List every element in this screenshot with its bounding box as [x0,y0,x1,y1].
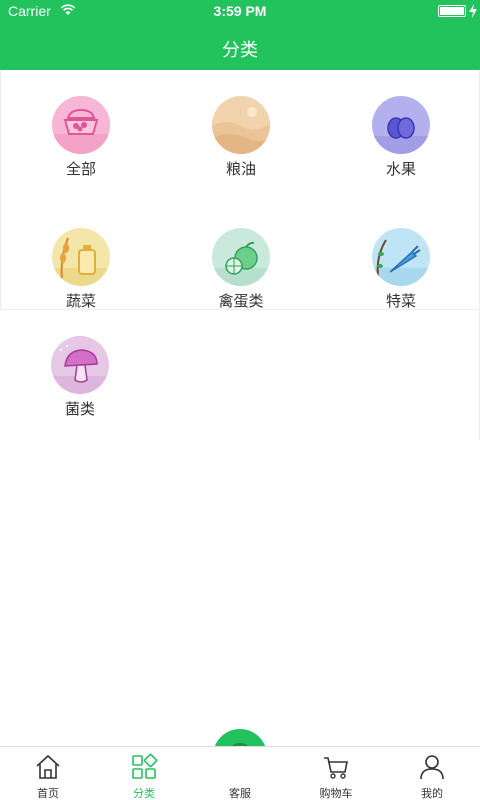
status-bar: Carrier 3:59 PM [0,0,480,22]
app-root: Carrier 3:59 PM 分类 全部 粮油 水果 蔬菜 禽蛋类 特菜 菌类… [0,0,480,800]
category-item-fruit[interactable]: 水果 [341,70,461,180]
battery-icon [438,5,466,17]
tab-service[interactable]: 客服 [192,747,288,800]
category-item-poultry-egg[interactable]: 禽蛋类 [181,202,301,312]
shopping-cart-icon [324,757,348,779]
category-grid-row-3: 菌类 [0,310,480,440]
tab-mine-label: 我的 [421,787,443,800]
category-label: 特菜 [385,292,416,310]
category-label: 全部 [65,160,96,178]
wheat-oil-bottle-icon [52,228,110,286]
category-grid: 全部 粮油 水果 蔬菜 禽蛋类 特菜 [0,70,480,310]
category-label: 蔬菜 [65,292,96,310]
category-item-vegetables[interactable]: 蔬菜 [21,202,141,312]
desert-dunes-icon [212,96,270,154]
carrot-icon [372,228,430,286]
citrus-fruit-icon [212,228,270,286]
page-title: 分类 [222,40,258,60]
plum-fruit-icon [372,96,430,154]
category-item-all[interactable]: 全部 [21,70,141,180]
tab-cart-label: 购物车 [319,787,353,800]
tab-cart[interactable]: 购物车 [288,747,384,800]
home-icon [36,754,60,779]
category-label: 水果 [385,160,416,178]
tab-category[interactable]: 分类 [96,747,192,800]
tab-service-label: 客服 [229,787,251,800]
mushroom-icon [51,336,109,394]
top-bar: Carrier 3:59 PM 分类 [0,0,480,70]
tab-home-label: 首页 [37,787,59,800]
category-label: 禽蛋类 [218,292,264,310]
category-label: 粮油 [225,160,256,178]
category-item-grain-oil[interactable]: 粮油 [181,70,301,180]
user-profile-icon [420,755,444,780]
category-label: 菌类 [64,400,95,418]
charging-bolt-icon [469,4,477,18]
tab-home[interactable]: 首页 [0,747,96,800]
tab-category-label: 分类 [133,787,155,800]
bottom-tab-bar: 首页 分类 客服 购物车 我的 [0,746,480,800]
basket-icon [52,96,110,154]
category-item-mushroom[interactable]: 菌类 [20,310,140,420]
grid-category-icon [132,753,158,779]
tab-mine[interactable]: 我的 [384,747,480,800]
status-time: 3:59 PM [213,3,267,19]
category-item-specialty-veg[interactable]: 特菜 [341,202,461,312]
